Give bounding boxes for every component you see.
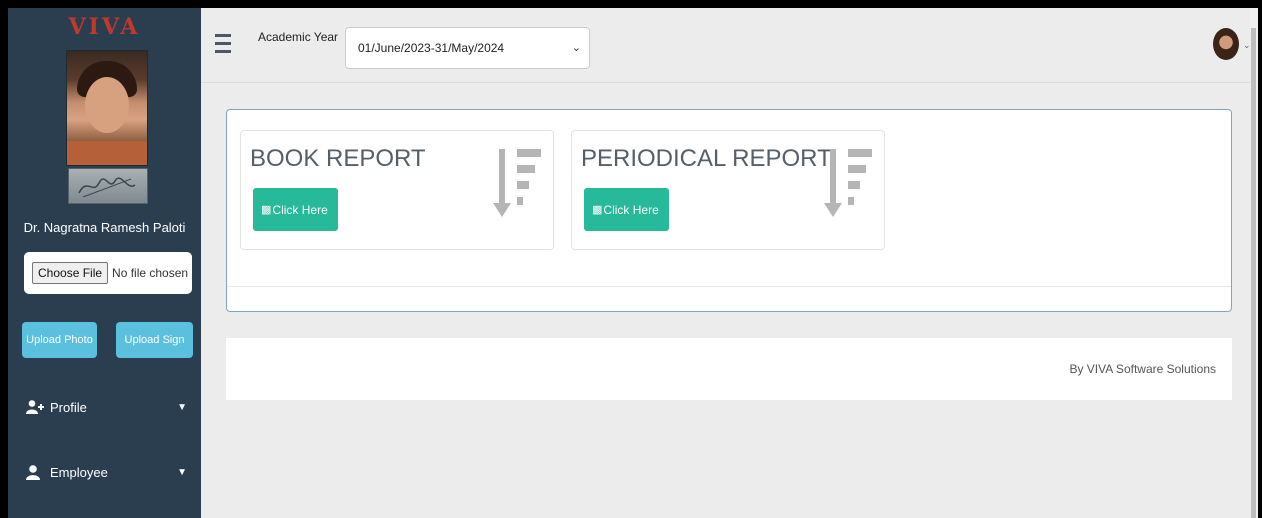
user-icon	[26, 464, 44, 480]
chevron-down-icon: ▼	[177, 401, 187, 413]
chevron-down-icon: ⌄	[571, 42, 581, 54]
upload-photo-button[interactable]: Upload Photo	[22, 322, 97, 358]
bar-chart-icon: ▩	[592, 204, 603, 216]
academic-year-value: 01/June/2023-31/May/2024	[358, 41, 505, 55]
user-name: Dr. Nagratna Ramesh Paloti	[23, 220, 186, 235]
sidebar-item-label: Employee	[50, 464, 108, 480]
academic-year-label: Academic Year	[258, 30, 339, 44]
button-label: Click Here	[603, 202, 659, 217]
sort-amount-desc-icon	[824, 149, 872, 217]
divider	[227, 286, 1231, 287]
book-report-card: BOOK REPORT ▩ Click Here	[240, 130, 554, 250]
sort-amount-desc-icon	[493, 149, 541, 217]
photo-file-input: Choose File No file chosen	[24, 252, 192, 294]
signature-image	[68, 168, 148, 204]
file-status: No file chosen	[112, 266, 189, 280]
user-avatar[interactable]	[1213, 28, 1239, 60]
page-scrollbar[interactable]	[1250, 8, 1258, 518]
sidebar-item-employee[interactable]: Employee ▼	[8, 457, 201, 487]
sidebar-item-label: Profile	[50, 399, 87, 415]
card-title: BOOK REPORT	[250, 145, 426, 172]
profile-photo	[66, 50, 148, 166]
academic-year-select[interactable]: 01/June/2023-31/May/2024 ⌄	[345, 27, 590, 69]
upload-sign-button[interactable]: Upload Sign	[116, 322, 193, 358]
viva-logo: VIVA	[68, 14, 141, 40]
sidebar: VIVA Dr. Nagratna Ramesh Paloti Choose F…	[8, 8, 201, 518]
app-window: VIVA Dr. Nagratna Ramesh Paloti Choose F…	[8, 8, 1258, 518]
chevron-down-icon: ▼	[177, 466, 187, 478]
bar-chart-icon: ▩	[261, 204, 272, 216]
footer-credit: By VIVA Software Solutions	[1069, 362, 1216, 376]
scrollbar-thumb[interactable]	[1251, 28, 1256, 518]
choose-file-button[interactable]: Choose File	[32, 262, 109, 284]
book-report-button[interactable]: ▩ Click Here	[253, 188, 338, 231]
footer: By VIVA Software Solutions	[226, 338, 1232, 400]
sidebar-item-profile[interactable]: Profile ▼	[8, 392, 201, 422]
menu-toggle-icon[interactable]	[215, 34, 231, 60]
top-header: Academic Year 01/June/2023-31/May/2024 ⌄…	[201, 8, 1258, 83]
card-title: PERIODICAL REPORT	[581, 145, 832, 172]
periodical-report-button[interactable]: ▩ Click Here	[584, 188, 669, 231]
user-plus-icon	[26, 400, 44, 414]
reports-panel: BOOK REPORT ▩ Click Here PERIODICAL REPO…	[226, 109, 1232, 312]
periodical-report-card: PERIODICAL REPORT ▩ Click Here	[571, 130, 885, 250]
button-label: Click Here	[272, 202, 328, 217]
